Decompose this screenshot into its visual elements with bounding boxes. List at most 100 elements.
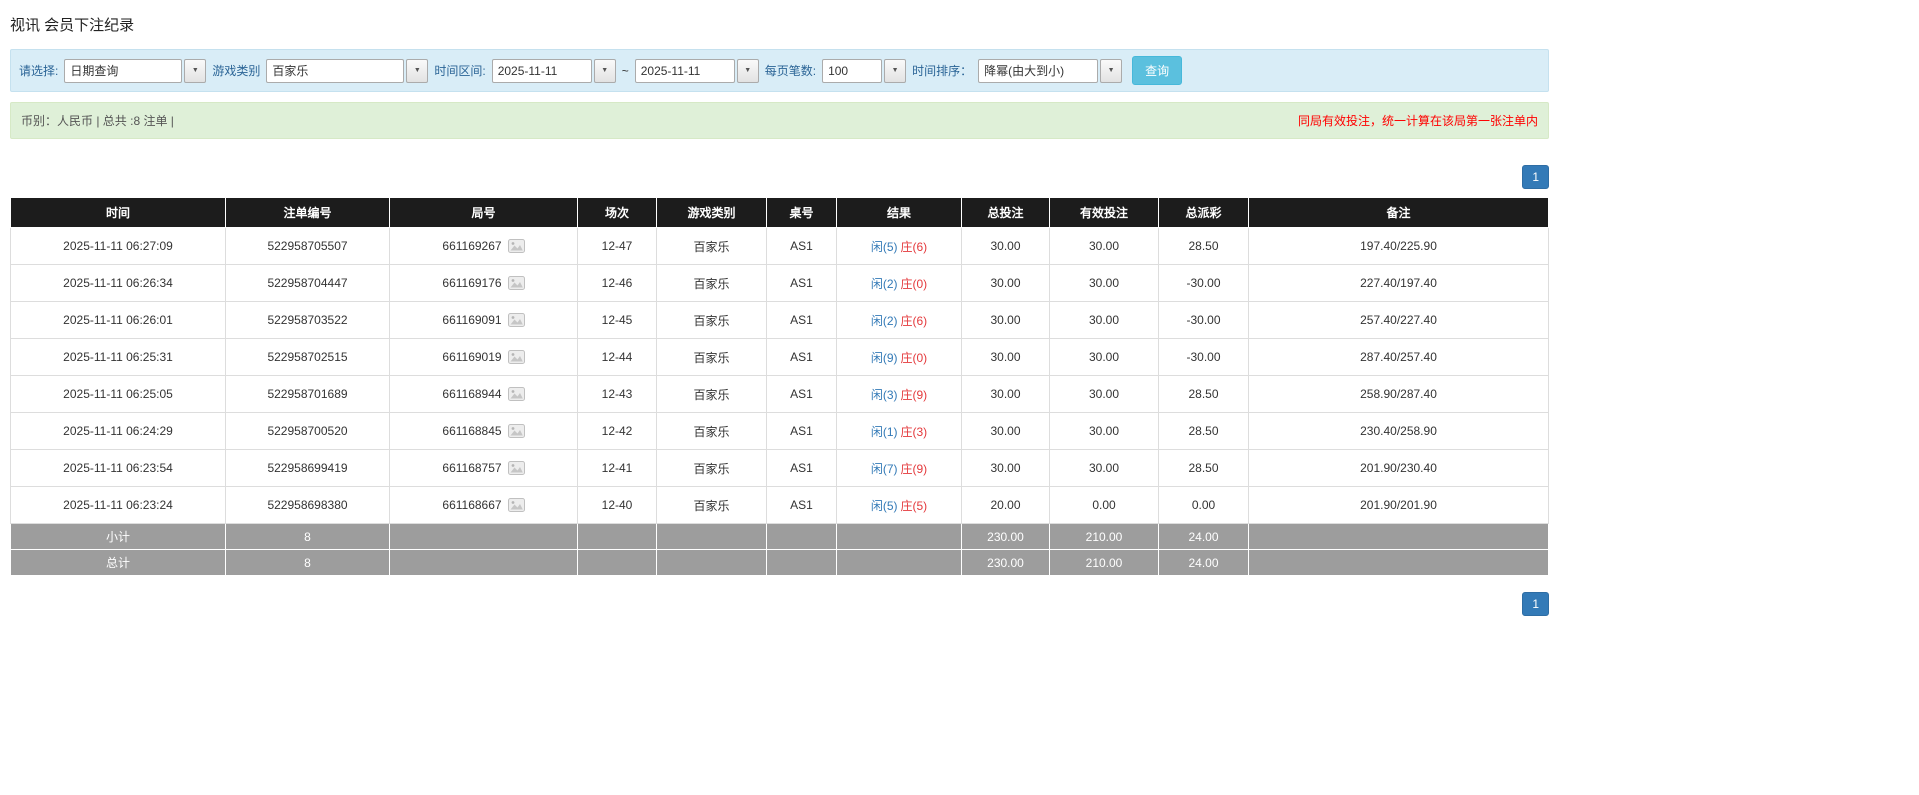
date-to-input[interactable] — [635, 59, 735, 83]
result-image-icon[interactable] — [508, 424, 525, 438]
cell-table-no: AS1 — [767, 413, 837, 450]
cell-total-bet[interactable]: 30.00 — [962, 302, 1050, 339]
cell-session: 12-47 — [578, 228, 657, 265]
cell-total-bet[interactable]: 20.00 — [962, 487, 1050, 524]
cell-note: 201.90/230.40 — [1249, 450, 1549, 487]
col-header-session: 场次 — [578, 198, 657, 228]
result-image-icon[interactable] — [508, 498, 525, 512]
result-player: 闲(2) — [871, 314, 898, 328]
subtotal-payout: 24.00 — [1159, 524, 1249, 550]
cell-total-bet[interactable]: 30.00 — [962, 228, 1050, 265]
result-image-icon[interactable] — [508, 350, 525, 364]
result-image-icon[interactable] — [508, 461, 525, 475]
date-from-dropdown-button[interactable]: ▼ — [594, 59, 616, 83]
table-row: 2025-11-11 06:27:09 522958705507 6611692… — [11, 228, 1549, 265]
result-image-icon[interactable] — [508, 239, 525, 253]
pagination-page-1-button[interactable]: 1 — [1522, 165, 1549, 189]
empty-cell — [390, 550, 578, 576]
subtotal-count: 8 — [226, 524, 390, 550]
result-player: 闲(7) — [871, 462, 898, 476]
search-button[interactable]: 查询 — [1132, 56, 1182, 85]
cell-bet-id: 522958705507 — [226, 228, 390, 265]
cell-note: 230.40/258.90 — [1249, 413, 1549, 450]
result-image-icon[interactable] — [508, 276, 525, 290]
sort-order-dropdown-button[interactable]: ▼ — [1100, 59, 1122, 83]
cell-total-bet[interactable]: 30.00 — [962, 413, 1050, 450]
cell-valid-bet: 30.00 — [1050, 376, 1159, 413]
query-type-input[interactable] — [64, 59, 182, 83]
col-header-bet-id: 注单编号 — [226, 198, 390, 228]
cell-total-bet[interactable]: 30.00 — [962, 339, 1050, 376]
empty-cell — [767, 550, 837, 576]
filter-bar: 请选择: ▼ 游戏类别 ▼ 时间区间: ▼ ~ ▼ 每页笔数: ▼ 时间排序： … — [10, 49, 1549, 92]
chevron-down-icon: ▼ — [601, 67, 608, 74]
col-header-round-id: 局号 — [390, 198, 578, 228]
cell-session: 12-44 — [578, 339, 657, 376]
total-row: 总计 8 230.00 210.00 24.00 — [11, 550, 1549, 576]
date-to-dropdown-button[interactable]: ▼ — [737, 59, 759, 83]
cell-valid-bet: 30.00 — [1050, 450, 1159, 487]
empty-cell — [390, 524, 578, 550]
cell-session: 12-43 — [578, 376, 657, 413]
table-row: 2025-11-11 06:25:31 522958702515 6611690… — [11, 339, 1549, 376]
result-banker: 庄(5) — [901, 499, 928, 513]
col-header-note: 备注 — [1249, 198, 1549, 228]
result-player: 闲(5) — [871, 240, 898, 254]
result-image-icon[interactable] — [508, 387, 525, 401]
game-type-dropdown-button[interactable]: ▼ — [406, 59, 428, 83]
cell-note: 201.90/201.90 — [1249, 487, 1549, 524]
date-from-input[interactable] — [492, 59, 592, 83]
chevron-down-icon: ▼ — [892, 67, 899, 74]
cell-payout: 28.50 — [1159, 450, 1249, 487]
cell-total-bet[interactable]: 30.00 — [962, 450, 1050, 487]
table-header-row: 时间 注单编号 局号 场次 游戏类别 桌号 结果 总投注 有效投注 总派彩 备注 — [11, 198, 1549, 228]
cell-total-bet[interactable]: 30.00 — [962, 376, 1050, 413]
sort-order-label: 时间排序： — [912, 62, 972, 79]
cell-time: 2025-11-11 06:27:09 — [11, 228, 226, 265]
cell-game-type: 百家乐 — [657, 376, 767, 413]
cell-payout: 28.50 — [1159, 228, 1249, 265]
cell-game-type: 百家乐 — [657, 265, 767, 302]
cell-bet-id: 522958698380 — [226, 487, 390, 524]
cell-bet-id: 522958704447 — [226, 265, 390, 302]
pagination-page-1-button[interactable]: 1 — [1522, 592, 1549, 616]
date-from-combobox: ▼ — [492, 59, 616, 83]
col-header-total-bet: 总投注 — [962, 198, 1050, 228]
round-id-value: 661169176 — [442, 276, 501, 290]
empty-cell — [767, 524, 837, 550]
round-id-value: 661168944 — [442, 387, 501, 401]
cell-result: 闲(1)庄(3) — [837, 413, 962, 450]
cell-valid-bet: 30.00 — [1050, 228, 1159, 265]
cell-bet-id: 522958701689 — [226, 376, 390, 413]
result-banker: 庄(0) — [901, 351, 928, 365]
sort-order-input[interactable] — [978, 59, 1098, 83]
page-size-dropdown-button[interactable]: ▼ — [884, 59, 906, 83]
empty-cell — [1249, 550, 1549, 576]
cell-note: 227.40/197.40 — [1249, 265, 1549, 302]
game-type-input[interactable] — [266, 59, 404, 83]
cell-result: 闲(7)庄(9) — [837, 450, 962, 487]
cell-payout: 28.50 — [1159, 376, 1249, 413]
cell-result: 闲(2)庄(6) — [837, 302, 962, 339]
cell-round-id: 661168845 — [390, 413, 578, 450]
cell-time: 2025-11-11 06:25:31 — [11, 339, 226, 376]
page-size-input[interactable] — [822, 59, 882, 83]
cell-table-no: AS1 — [767, 265, 837, 302]
empty-cell — [837, 524, 962, 550]
cell-game-type: 百家乐 — [657, 487, 767, 524]
subtotal-label: 小计 — [11, 524, 226, 550]
cell-session: 12-41 — [578, 450, 657, 487]
col-header-payout: 总派彩 — [1159, 198, 1249, 228]
cell-table-no: AS1 — [767, 376, 837, 413]
cell-bet-id: 522958703522 — [226, 302, 390, 339]
table-row: 2025-11-11 06:23:54 522958699419 6611687… — [11, 450, 1549, 487]
result-image-icon[interactable] — [508, 313, 525, 327]
cell-total-bet[interactable]: 30.00 — [962, 265, 1050, 302]
query-type-combobox: ▼ — [64, 59, 206, 83]
empty-cell — [1249, 524, 1549, 550]
query-type-dropdown-button[interactable]: ▼ — [184, 59, 206, 83]
result-banker: 庄(3) — [901, 425, 928, 439]
chevron-down-icon: ▼ — [192, 67, 199, 74]
result-player: 闲(5) — [871, 499, 898, 513]
cell-session: 12-45 — [578, 302, 657, 339]
